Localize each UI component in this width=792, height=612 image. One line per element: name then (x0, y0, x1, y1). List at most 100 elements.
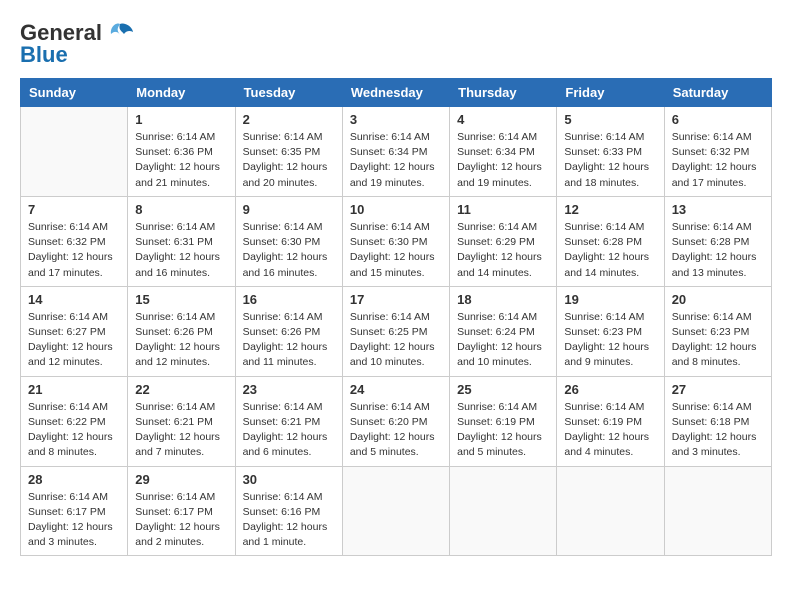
empty-cell (664, 466, 771, 556)
day-info: Sunrise: 6:14 AM Sunset: 6:21 PM Dayligh… (243, 400, 335, 461)
empty-cell (557, 466, 664, 556)
day-cell-18: 18 Sunrise: 6:14 AM Sunset: 6:24 PM Dayli… (450, 286, 557, 376)
day-number: 24 (350, 382, 442, 397)
day-info: Sunrise: 6:14 AM Sunset: 6:29 PM Dayligh… (457, 220, 549, 281)
day-info: Sunrise: 6:14 AM Sunset: 6:17 PM Dayligh… (28, 490, 120, 551)
day-info: Sunrise: 6:14 AM Sunset: 6:28 PM Dayligh… (564, 220, 656, 281)
day-cell-26: 26 Sunrise: 6:14 AM Sunset: 6:19 PM Dayli… (557, 376, 664, 466)
day-cell-25: 25 Sunrise: 6:14 AM Sunset: 6:19 PM Dayli… (450, 376, 557, 466)
day-number: 26 (564, 382, 656, 397)
day-info: Sunrise: 6:14 AM Sunset: 6:22 PM Dayligh… (28, 400, 120, 461)
empty-cell (21, 107, 128, 197)
day-cell-14: 14 Sunrise: 6:14 AM Sunset: 6:27 PM Dayli… (21, 286, 128, 376)
day-number: 18 (457, 292, 549, 307)
week-row-3: 14 Sunrise: 6:14 AM Sunset: 6:27 PM Dayli… (21, 286, 772, 376)
day-cell-30: 30Sunrise: 6:14 AM Sunset: 6:16 PM Dayli… (235, 466, 342, 556)
day-info: Sunrise: 6:14 AM Sunset: 6:28 PM Dayligh… (672, 220, 764, 281)
day-number: 3 (350, 112, 442, 127)
day-cell-1: 1 Sunrise: 6:14 AM Sunset: 6:36 PM Daylig… (128, 107, 235, 197)
day-cell-21: 21 Sunrise: 6:14 AM Sunset: 6:22 PM Dayli… (21, 376, 128, 466)
day-info: Sunrise: 6:14 AM Sunset: 6:19 PM Dayligh… (457, 400, 549, 461)
day-cell-13: 13Sunrise: 6:14 AM Sunset: 6:28 PM Dayli… (664, 196, 771, 286)
day-cell-24: 24 Sunrise: 6:14 AM Sunset: 6:20 PM Dayli… (342, 376, 449, 466)
day-info: Sunrise: 6:14 AM Sunset: 6:17 PM Dayligh… (135, 490, 227, 551)
logo: General Blue (20, 20, 134, 68)
day-cell-23: 23 Sunrise: 6:14 AM Sunset: 6:21 PM Dayli… (235, 376, 342, 466)
day-number: 12 (564, 202, 656, 217)
weekday-header-tuesday: Tuesday (235, 79, 342, 107)
day-cell-8: 8 Sunrise: 6:14 AM Sunset: 6:31 PM Daylig… (128, 196, 235, 286)
day-number: 17 (350, 292, 442, 307)
week-row-4: 21 Sunrise: 6:14 AM Sunset: 6:22 PM Dayli… (21, 376, 772, 466)
day-info: Sunrise: 6:14 AM Sunset: 6:34 PM Dayligh… (457, 130, 549, 191)
day-cell-6: 6Sunrise: 6:14 AM Sunset: 6:32 PM Daylig… (664, 107, 771, 197)
day-info: Sunrise: 6:14 AM Sunset: 6:26 PM Dayligh… (135, 310, 227, 371)
day-info: Sunrise: 6:14 AM Sunset: 6:18 PM Dayligh… (672, 400, 764, 461)
day-info: Sunrise: 6:14 AM Sunset: 6:34 PM Dayligh… (350, 130, 442, 191)
weekday-header-row: SundayMondayTuesdayWednesdayThursdayFrid… (21, 79, 772, 107)
day-info: Sunrise: 6:14 AM Sunset: 6:23 PM Dayligh… (672, 310, 764, 371)
day-number: 16 (243, 292, 335, 307)
day-number: 30 (243, 472, 335, 487)
weekday-header-wednesday: Wednesday (342, 79, 449, 107)
empty-cell (450, 466, 557, 556)
day-info: Sunrise: 6:14 AM Sunset: 6:32 PM Dayligh… (672, 130, 764, 191)
weekday-header-friday: Friday (557, 79, 664, 107)
logo-blue-text: Blue (20, 42, 68, 68)
day-number: 23 (243, 382, 335, 397)
day-cell-10: 10 Sunrise: 6:14 AM Sunset: 6:30 PM Dayli… (342, 196, 449, 286)
week-row-1: 1 Sunrise: 6:14 AM Sunset: 6:36 PM Daylig… (21, 107, 772, 197)
day-number: 10 (350, 202, 442, 217)
day-info: Sunrise: 6:14 AM Sunset: 6:36 PM Dayligh… (135, 130, 227, 191)
day-number: 28 (28, 472, 120, 487)
calendar-table: SundayMondayTuesdayWednesdayThursdayFrid… (20, 78, 772, 556)
day-number: 7 (28, 202, 120, 217)
day-cell-28: 28 Sunrise: 6:14 AM Sunset: 6:17 PM Dayli… (21, 466, 128, 556)
day-cell-27: 27 Sunrise: 6:14 AM Sunset: 6:18 PM Dayli… (664, 376, 771, 466)
day-info: Sunrise: 6:14 AM Sunset: 6:30 PM Dayligh… (243, 220, 335, 281)
day-cell-11: 11Sunrise: 6:14 AM Sunset: 6:29 PM Dayli… (450, 196, 557, 286)
day-info: Sunrise: 6:14 AM Sunset: 6:21 PM Dayligh… (135, 400, 227, 461)
day-info: Sunrise: 6:14 AM Sunset: 6:24 PM Dayligh… (457, 310, 549, 371)
day-info: Sunrise: 6:14 AM Sunset: 6:30 PM Dayligh… (350, 220, 442, 281)
day-cell-29: 29Sunrise: 6:14 AM Sunset: 6:17 PM Dayli… (128, 466, 235, 556)
day-cell-15: 15 Sunrise: 6:14 AM Sunset: 6:26 PM Dayli… (128, 286, 235, 376)
day-number: 14 (28, 292, 120, 307)
day-cell-22: 22Sunrise: 6:14 AM Sunset: 6:21 PM Dayli… (128, 376, 235, 466)
day-cell-3: 3 Sunrise: 6:14 AM Sunset: 6:34 PM Daylig… (342, 107, 449, 197)
day-number: 1 (135, 112, 227, 127)
day-info: Sunrise: 6:14 AM Sunset: 6:35 PM Dayligh… (243, 130, 335, 191)
day-cell-4: 4 Sunrise: 6:14 AM Sunset: 6:34 PM Daylig… (450, 107, 557, 197)
day-cell-7: 7 Sunrise: 6:14 AM Sunset: 6:32 PM Daylig… (21, 196, 128, 286)
logo-bird-icon (106, 22, 134, 44)
day-info: Sunrise: 6:14 AM Sunset: 6:26 PM Dayligh… (243, 310, 335, 371)
day-info: Sunrise: 6:14 AM Sunset: 6:32 PM Dayligh… (28, 220, 120, 281)
weekday-header-thursday: Thursday (450, 79, 557, 107)
day-number: 8 (135, 202, 227, 217)
weekday-header-monday: Monday (128, 79, 235, 107)
day-info: Sunrise: 6:14 AM Sunset: 6:20 PM Dayligh… (350, 400, 442, 461)
weekday-header-saturday: Saturday (664, 79, 771, 107)
day-number: 4 (457, 112, 549, 127)
day-info: Sunrise: 6:14 AM Sunset: 6:19 PM Dayligh… (564, 400, 656, 461)
day-cell-9: 9 Sunrise: 6:14 AM Sunset: 6:30 PM Daylig… (235, 196, 342, 286)
day-number: 27 (672, 382, 764, 397)
empty-cell (342, 466, 449, 556)
weekday-header-sunday: Sunday (21, 79, 128, 107)
day-number: 2 (243, 112, 335, 127)
day-number: 15 (135, 292, 227, 307)
day-cell-17: 17 Sunrise: 6:14 AM Sunset: 6:25 PM Dayli… (342, 286, 449, 376)
day-cell-20: 20Sunrise: 6:14 AM Sunset: 6:23 PM Dayli… (664, 286, 771, 376)
day-info: Sunrise: 6:14 AM Sunset: 6:31 PM Dayligh… (135, 220, 227, 281)
day-cell-5: 5 Sunrise: 6:14 AM Sunset: 6:33 PM Daylig… (557, 107, 664, 197)
day-info: Sunrise: 6:14 AM Sunset: 6:27 PM Dayligh… (28, 310, 120, 371)
day-number: 21 (28, 382, 120, 397)
week-row-2: 7 Sunrise: 6:14 AM Sunset: 6:32 PM Daylig… (21, 196, 772, 286)
day-number: 9 (243, 202, 335, 217)
week-row-5: 28 Sunrise: 6:14 AM Sunset: 6:17 PM Dayli… (21, 466, 772, 556)
day-number: 25 (457, 382, 549, 397)
day-number: 5 (564, 112, 656, 127)
day-info: Sunrise: 6:14 AM Sunset: 6:33 PM Dayligh… (564, 130, 656, 191)
day-info: Sunrise: 6:14 AM Sunset: 6:25 PM Dayligh… (350, 310, 442, 371)
day-cell-12: 12 Sunrise: 6:14 AM Sunset: 6:28 PM Dayli… (557, 196, 664, 286)
